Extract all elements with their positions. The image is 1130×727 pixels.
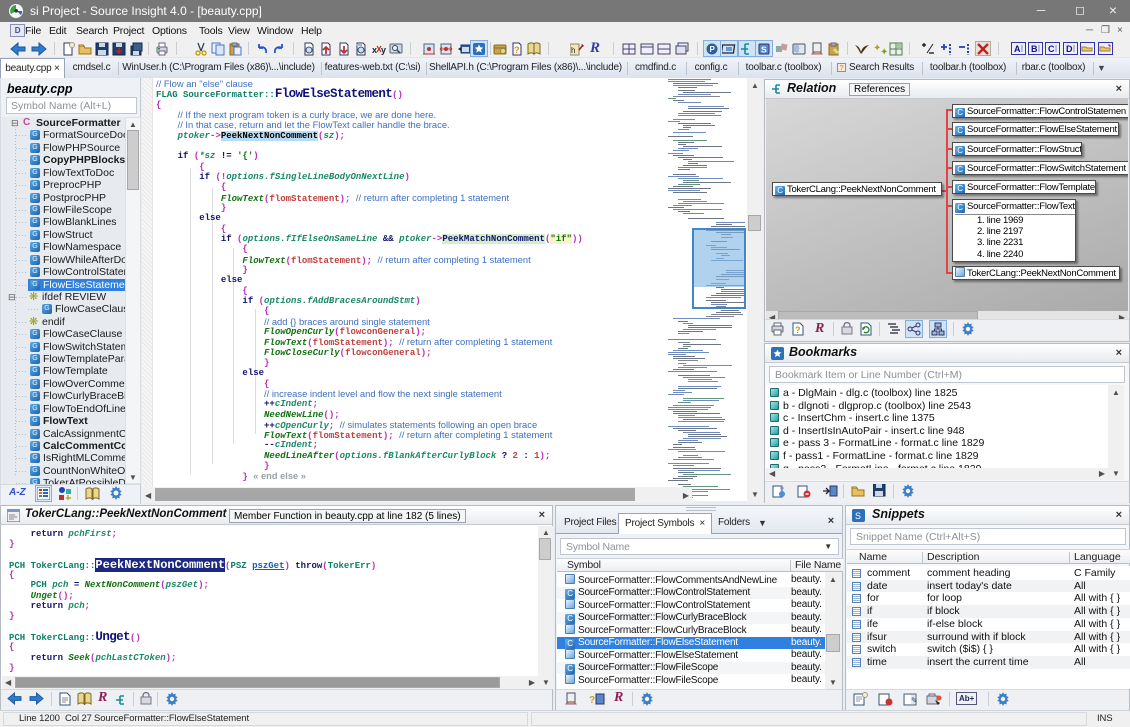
svg-text:✎: ✎	[911, 696, 918, 705]
svg-text:P: P	[710, 45, 716, 54]
svg-text:?: ?	[589, 695, 595, 706]
svg-text:x: x	[372, 45, 377, 55]
svg-text:S: S	[855, 511, 861, 521]
svg-text:?: ?	[514, 45, 520, 55]
svg-text:?: ?	[795, 325, 801, 335]
svg-text:y: y	[381, 45, 386, 55]
svg-text:h: h	[571, 46, 575, 55]
svg-text:✦: ✦	[880, 47, 888, 56]
svg-text:A: A	[1014, 44, 1021, 54]
svg-text:S: S	[761, 45, 767, 55]
svg-text:C: C	[1048, 44, 1055, 54]
svg-text:B: B	[1031, 44, 1038, 54]
svg-text:D: D	[1066, 44, 1073, 54]
